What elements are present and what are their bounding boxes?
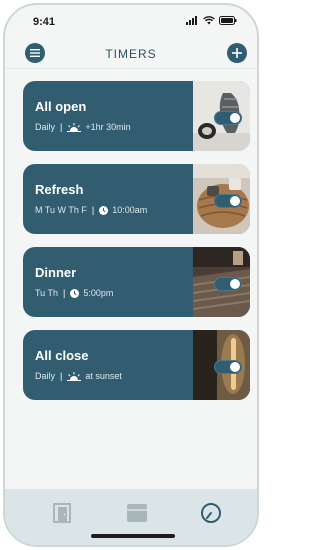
- timer-toggle[interactable]: [214, 111, 242, 125]
- timer-days: Daily: [35, 371, 56, 381]
- timer-time: at sunset: [85, 371, 122, 381]
- tab-bar: [5, 489, 257, 545]
- add-timer-button[interactable]: [227, 43, 247, 63]
- toggle-knob: [230, 279, 240, 289]
- timer-list: All open Daily | +1hr 30min Refresh M Tu…: [23, 81, 250, 413]
- timer-time: 5:00pm: [83, 288, 114, 298]
- toggle-knob: [230, 196, 240, 206]
- timer-name: Refresh: [35, 182, 84, 197]
- clock-icon: [201, 503, 221, 523]
- sunset-icon: [67, 371, 82, 381]
- door-icon: [53, 503, 71, 523]
- clock-icon: [70, 288, 80, 298]
- timer-schedule: Daily | at sunset: [35, 371, 122, 381]
- timer-card-refresh[interactable]: Refresh M Tu W Th F | 10:00am: [23, 164, 250, 234]
- timer-toggle[interactable]: [214, 360, 242, 374]
- home-indicator: [91, 534, 175, 538]
- toggle-knob: [230, 113, 240, 123]
- status-bar: 9:41: [5, 5, 257, 39]
- separator: |: [91, 205, 95, 215]
- app-bar: TIMERS: [5, 39, 257, 69]
- separator: |: [63, 288, 66, 298]
- timer-name: All close: [35, 348, 89, 363]
- separator: |: [60, 122, 63, 132]
- timer-time: +1hr 30min: [85, 122, 131, 132]
- tab-blinds[interactable]: [125, 501, 149, 525]
- toggle-knob: [230, 362, 240, 372]
- phone-screen: 9:41 TIMERS All open Daily | +1hr 30min …: [3, 3, 259, 547]
- timer-toggle[interactable]: [214, 277, 242, 291]
- timer-name: All open: [35, 99, 87, 114]
- page-title: TIMERS: [105, 47, 157, 61]
- timer-card-dinner[interactable]: Dinner Tu Th | 5:00pm: [23, 247, 250, 317]
- timer-card-all-close[interactable]: All close Daily | at sunset: [23, 330, 250, 400]
- status-time: 9:41: [33, 16, 56, 28]
- timer-time: 10:00am: [112, 205, 148, 215]
- timer-toggle[interactable]: [214, 194, 242, 208]
- timer-schedule: Tu Th | 5:00pm: [35, 288, 113, 298]
- system-icons: [186, 16, 237, 25]
- sunrise-icon: [67, 122, 82, 132]
- timer-days: M Tu W Th F: [35, 205, 87, 215]
- timer-name: Dinner: [35, 265, 77, 280]
- blinds-icon: [127, 504, 147, 522]
- battery-icon: [219, 16, 237, 25]
- tab-doors[interactable]: [50, 501, 74, 525]
- separator: |: [60, 371, 63, 381]
- tab-timers[interactable]: [199, 501, 223, 525]
- timer-schedule: Daily | +1hr 30min: [35, 122, 131, 132]
- timer-card-all-open[interactable]: All open Daily | +1hr 30min: [23, 81, 250, 151]
- header-divider: [5, 68, 257, 69]
- timer-days: Tu Th: [35, 288, 59, 298]
- plus-icon: [232, 48, 242, 58]
- timer-schedule: M Tu W Th F | 10:00am: [35, 205, 147, 215]
- timer-days: Daily: [35, 122, 56, 132]
- signal-icon: [186, 16, 197, 25]
- clock-icon: [99, 205, 109, 215]
- wifi-icon: [203, 16, 215, 25]
